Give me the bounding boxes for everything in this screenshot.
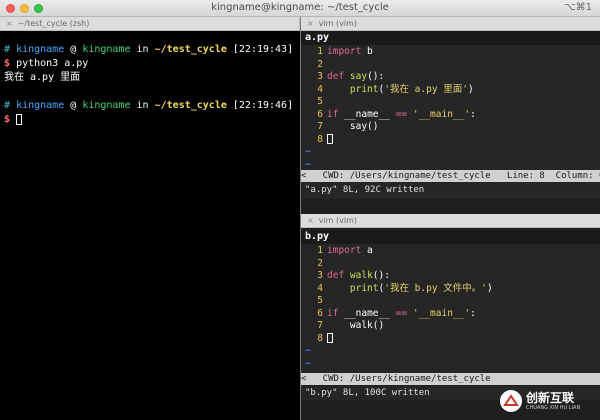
code-text: __name__	[344, 108, 390, 120]
prompt-path: ~/test_cycle	[154, 44, 227, 55]
code-text: :	[470, 108, 476, 120]
prompt-user: kingname	[16, 100, 65, 111]
vim-code[interactable]: 1 import b 2 3 def say(): 4 print('我在 a.py…	[301, 45, 600, 171]
zsh-terminal-pane[interactable]: # kingname @ kingname in ~/test_cycle [2…	[0, 31, 300, 420]
prompt-in: in	[136, 100, 149, 111]
prompt-hash: #	[4, 100, 11, 111]
line-number: 2	[317, 257, 323, 269]
empty-line-tilde: ~	[305, 357, 311, 369]
function-call: print	[349, 282, 379, 294]
line-number: 1	[317, 46, 323, 57]
code-text: walk()	[349, 320, 385, 331]
string-literal: '__main__'	[412, 108, 471, 120]
close-tab-icon[interactable]: ×	[307, 216, 314, 225]
tab-vim-bottom[interactable]: × vim (vim)	[301, 214, 600, 228]
line-number: 4	[317, 83, 323, 95]
tab-label: vim (vim)	[318, 216, 357, 225]
vim-filename: a.py	[301, 31, 600, 45]
prompt-time: [22:19:43]	[232, 44, 294, 55]
code-text: a	[361, 245, 373, 256]
watermark-text: 创新互联	[526, 390, 575, 405]
line-number: 5	[317, 295, 323, 306]
input-line[interactable]: $	[4, 113, 296, 127]
prompt-at: @	[70, 44, 77, 55]
window-shortcut: ⌥⌘1	[564, 2, 592, 13]
tab-zsh[interactable]: × ~/test_cycle (zsh)	[0, 17, 300, 31]
prompt-host: kingname	[82, 44, 131, 55]
code-text: b	[361, 46, 373, 57]
keyword: import	[327, 46, 362, 57]
prompt-host: kingname	[82, 100, 131, 111]
operator: ==	[395, 108, 408, 120]
function-name: walk	[349, 270, 373, 281]
prompt-line: # kingname @ kingname in ~/test_cycle [2…	[4, 43, 296, 57]
command-text: python3 a.py	[16, 58, 89, 69]
vim-cursor	[327, 134, 333, 144]
function-name: say	[349, 71, 368, 82]
prompt-dollar: $	[4, 114, 11, 125]
line-number: 1	[317, 245, 323, 256]
command-output: 我在 a.py 里面	[4, 72, 81, 83]
line-number: 7	[317, 320, 323, 331]
vim-filename: b.py	[301, 230, 600, 244]
vim-pane-b[interactable]: b.py 1 import a 2 3 def walk(): 4 print('我…	[301, 230, 600, 385]
window-title: kingname@kingname: ~/test_cycle	[211, 2, 389, 13]
tab-vim-top[interactable]: × vim (vim)	[301, 17, 600, 31]
vim-status-line: < CWD: /Users/kingname/test_cycle Line: …	[301, 170, 600, 182]
keyword: def	[327, 270, 345, 281]
terminal-cursor	[16, 113, 23, 125]
code-text: ():	[372, 270, 390, 281]
string-literal: '我在 a.py 里面'	[384, 83, 468, 95]
line-number: 3	[317, 71, 323, 82]
line-number: 8	[317, 133, 323, 145]
line-number: 2	[317, 58, 323, 70]
close-tab-icon[interactable]: ×	[6, 19, 13, 28]
operator: ==	[395, 307, 408, 319]
string-literal: '我在 b.py 文件中。'	[384, 282, 487, 294]
command-line: $ python3 a.py	[4, 57, 296, 71]
line-number: 3	[317, 270, 323, 281]
code-text: __name__	[344, 307, 390, 319]
line-number: 6	[317, 108, 323, 120]
string-literal: '__main__'	[412, 307, 471, 319]
empty-line-tilde: ~	[305, 146, 311, 157]
prompt-user: kingname	[16, 44, 65, 55]
keyword: def	[327, 71, 345, 82]
line-number: 4	[317, 282, 323, 294]
vim-message: "a.py" 8L, 92C written	[301, 183, 600, 197]
vim-status-line: < CWD: /Users/kingname/test_cycle	[301, 373, 600, 385]
keyword: import	[327, 245, 362, 256]
code-text: ():	[367, 71, 385, 82]
line-number: 7	[317, 121, 323, 132]
prompt-path: ~/test_cycle	[154, 100, 227, 111]
function-call: print	[349, 83, 379, 95]
prompt-line: # kingname @ kingname in ~/test_cycle [2…	[4, 99, 296, 113]
vim-code[interactable]: 1 import a 2 3 def walk(): 4 print('我在 b.p…	[301, 244, 600, 370]
code-text: say()	[349, 121, 379, 132]
vim-cursor	[327, 333, 333, 343]
prompt-dollar: $	[4, 58, 11, 69]
prompt-at: @	[70, 100, 77, 111]
tab-label: ~/test_cycle (zsh)	[17, 19, 90, 28]
watermark: 创新互联 CHUANG XIN HU LIAN	[500, 388, 594, 414]
close-tab-icon[interactable]: ×	[307, 19, 314, 28]
watermark-subtext: CHUANG XIN HU LIAN	[526, 404, 581, 411]
keyword: if	[327, 307, 339, 319]
empty-line-tilde: ~	[305, 345, 311, 356]
prompt-hash: #	[4, 44, 11, 55]
title-bar: kingname@kingname: ~/test_cycle ⌥⌘1	[0, 0, 600, 17]
prompt-in: in	[136, 44, 149, 55]
prompt-time: [22:19:46]	[232, 100, 294, 111]
tab-label: vim (vim)	[318, 19, 357, 28]
keyword: if	[327, 108, 339, 120]
line-number: 8	[317, 332, 323, 344]
line-number: 6	[317, 307, 323, 319]
watermark-logo-icon	[500, 390, 522, 412]
code-text: :	[470, 307, 476, 319]
line-number: 5	[317, 96, 323, 107]
